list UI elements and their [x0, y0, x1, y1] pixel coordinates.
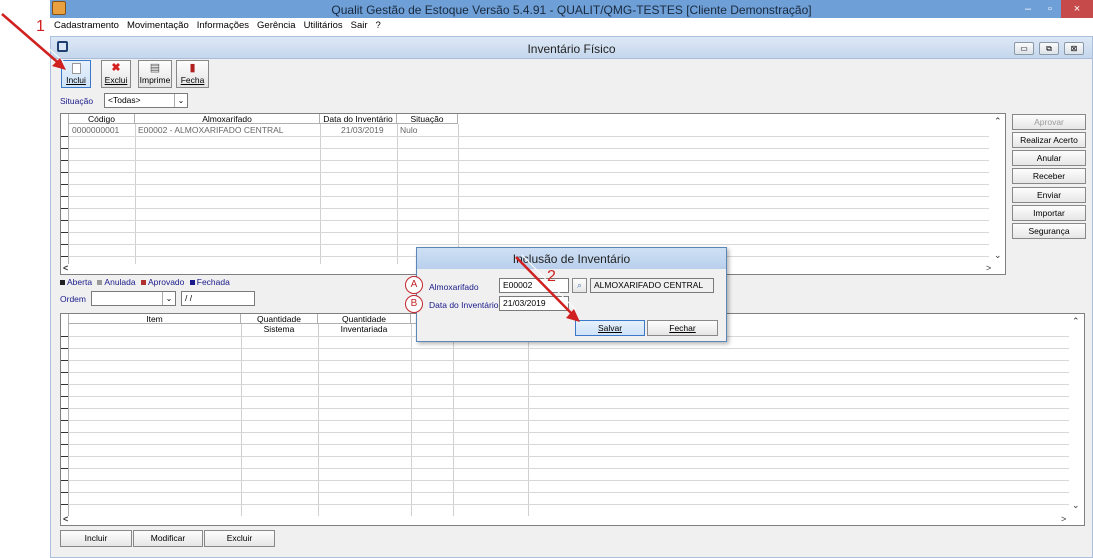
annotation-mark-a: A [405, 276, 423, 294]
annotation-step-1: 1 [36, 18, 45, 35]
annotation-step-2: 2 [547, 268, 556, 285]
annotation-mark-b: B [405, 295, 423, 313]
annotation-arrow-1 [1, 11, 66, 70]
annotation-arrow-2 [515, 254, 580, 322]
